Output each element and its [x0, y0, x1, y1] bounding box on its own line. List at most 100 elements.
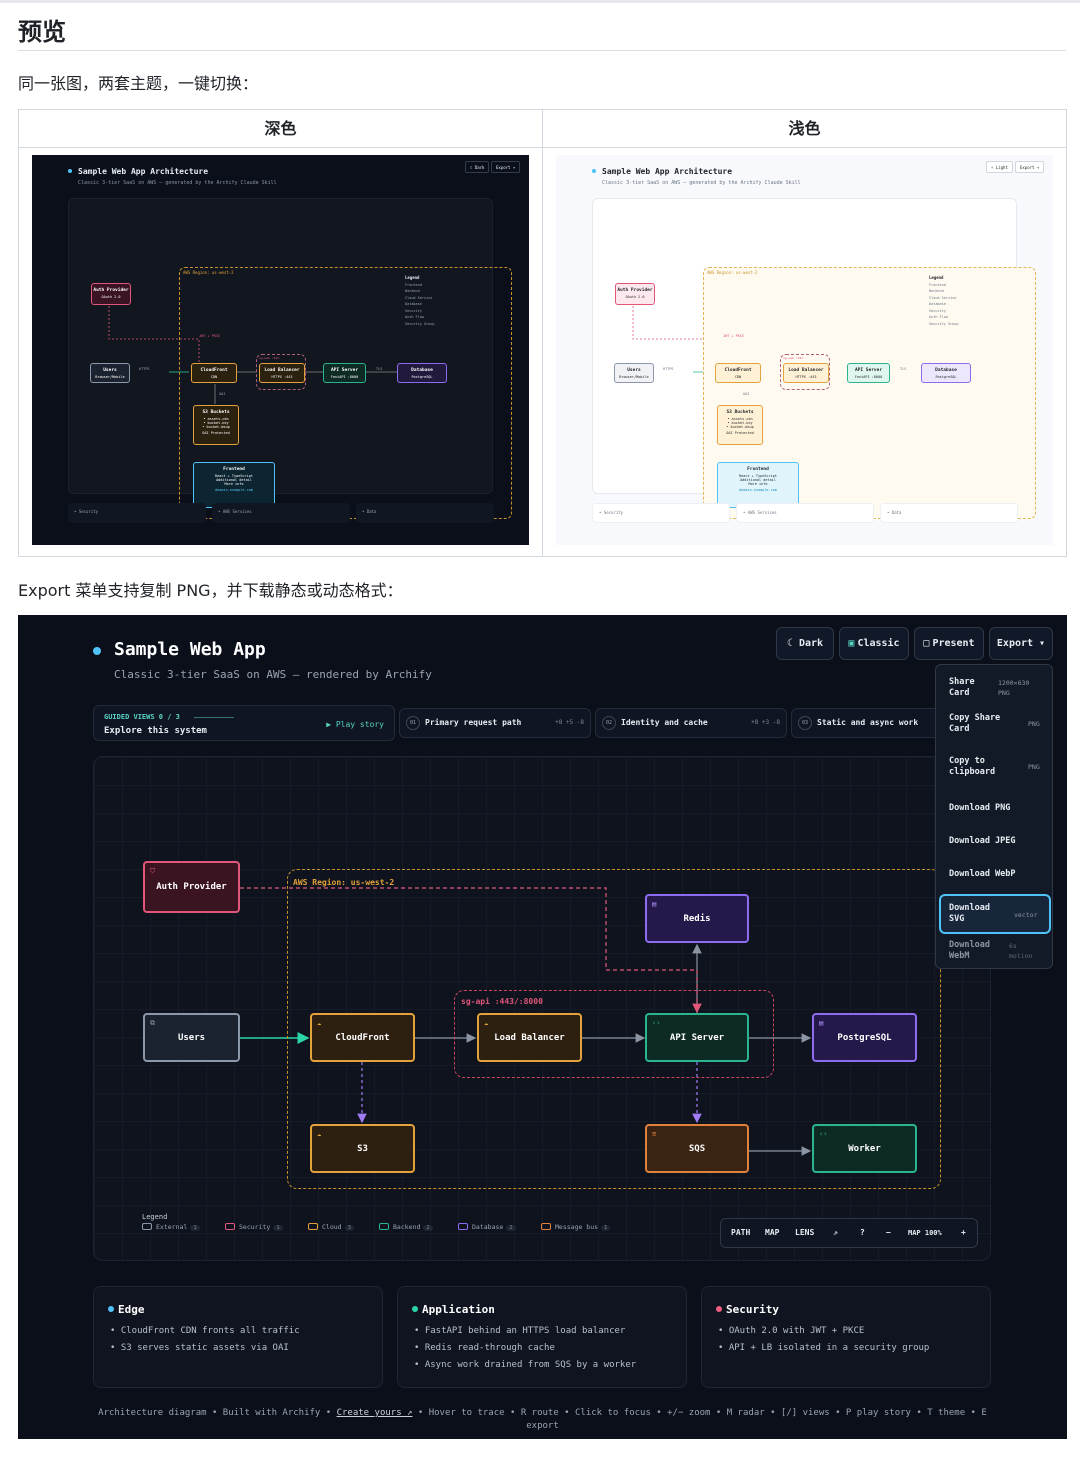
thumb-node-frontend: Frontend React + TypeScript Additional de…	[193, 462, 275, 508]
thumb-node-auth: Auth Provider OAuth 2.0	[91, 283, 131, 305]
thumb-edge-tls: TLS	[900, 367, 907, 371]
thumb-dark-button: ☾ Dark	[465, 161, 490, 173]
queue-icon: ≡	[652, 1130, 657, 1138]
legend-item-security[interactable]: Security 1	[225, 1223, 283, 1231]
menu-meta-download-svg: vector	[1014, 911, 1038, 919]
thumb-node-users: Users Browser/Mobile	[614, 363, 654, 383]
create-yours-link[interactable]: Create yours ↗	[337, 1408, 413, 1418]
thumb-edge-tls: TLS	[376, 367, 383, 371]
node-api-server[interactable]: ‹› API Server	[645, 1013, 749, 1062]
cloud-icon: ☁	[317, 1130, 322, 1138]
thumb-node-db: Database PostgreSQL	[921, 363, 971, 383]
zoom-in-button[interactable]: +	[961, 1228, 966, 1237]
shield-icon: ⛉	[150, 867, 156, 875]
node-cloudfront[interactable]: ☁ CloudFront	[310, 1013, 415, 1062]
thumb-node-api: API Server FastAPI :8000	[847, 363, 890, 383]
thumb-bottom-card-1: • Security	[68, 503, 206, 523]
menu-item-share-card[interactable]: Share Card	[949, 677, 975, 699]
node-load-balancer[interactable]: ☁ Load Balancer	[477, 1013, 582, 1062]
thumb-node-auth: Auth Provider OAuth 2.0	[615, 283, 655, 305]
zoom-out-button[interactable]: −	[886, 1228, 891, 1237]
menu-meta-download-webm: 6s motion	[1009, 942, 1033, 960]
thumb-title: Sample Web App Architecture	[78, 167, 209, 176]
path-toggle[interactable]: PATH	[731, 1228, 750, 1237]
export-menu-screenshot: Sample Web App Classic 3-tier SaaS on AW…	[18, 615, 1067, 1439]
legend-item-message-bus[interactable]: Message bus 1	[541, 1223, 611, 1231]
node-worker[interactable]: ‹› Worker	[812, 1124, 917, 1173]
legend-item-cloud[interactable]: Cloud 3	[308, 1223, 354, 1231]
lens-toggle[interactable]: LENS	[795, 1228, 814, 1237]
menu-item-copy-share-card[interactable]: Copy Share Card	[949, 713, 1000, 735]
thumb-bottom-card-2: • AWS Services	[212, 503, 350, 523]
thumb-edge-https: HTTPS	[139, 367, 150, 371]
thumb-edge-https: HTTPS	[663, 367, 674, 371]
database-icon: ▤	[652, 900, 657, 908]
external-icon: ⧉	[150, 1019, 155, 1027]
map-toggle[interactable]: MAP	[765, 1228, 779, 1237]
menu-meta-share-card: 1200×630 PNG	[998, 679, 1030, 697]
node-sqs[interactable]: ≡ SQS	[645, 1124, 749, 1173]
thumb-light-button: ☼ Light	[986, 161, 1013, 173]
export-menu: Share Card 1200×630 PNG Copy Share Card …	[935, 664, 1053, 969]
zoom-level: MAP 100%	[908, 1229, 942, 1237]
thumb-edge-oai: OAI	[219, 392, 226, 396]
menu-item-download-webm[interactable]: Download WebM	[949, 940, 990, 962]
thumb-bottom-card-3: • Data	[880, 503, 1018, 523]
thumb-node-cloudfront: CloudFront CDN	[715, 363, 761, 383]
thumb-subtitle: Classic 3-tier SaaS on AWS — generated b…	[78, 180, 277, 186]
thumb-region-label: AWS Region: us-west-2	[183, 270, 234, 275]
thumb-sg-label: sg-web :443	[783, 356, 803, 360]
node-auth-provider[interactable]: ⛉ Auth Provider	[143, 861, 240, 913]
thumb-node-db: Database PostgreSQL	[397, 363, 447, 383]
menu-meta-copy-clipboard: PNG	[1028, 763, 1040, 771]
thumb-canvas: AWS Region: us-west-2 JWT + PKCE sg-web …	[68, 198, 512, 519]
node-postgresql[interactable]: ▤ PostgreSQL	[812, 1013, 917, 1062]
heading-rule	[18, 50, 1066, 51]
info-card-security: Security • OAuth 2.0 with JWT + PKCE • A…	[701, 1286, 991, 1388]
node-redis[interactable]: ▤ Redis	[645, 894, 749, 943]
thumb-node-api: API Server FastAPI :8000	[323, 363, 366, 383]
legend-item-external[interactable]: External 1	[142, 1223, 200, 1231]
thumb-region-label: AWS Region: us-west-2	[707, 270, 758, 275]
thumb-node-lb: Load Balancer HTTPS :443	[783, 363, 829, 383]
aws-region-label: AWS Region: us-west-2	[293, 878, 395, 887]
cloud-icon: ☁	[484, 1019, 489, 1027]
menu-item-download-svg[interactable]: Download SVG	[949, 903, 990, 925]
menu-item-download-png[interactable]: Download PNG	[949, 803, 1010, 814]
menu-item-download-webp[interactable]: Download WebP	[949, 869, 1016, 880]
thumb-bottom-card-2: • AWS Services	[736, 503, 874, 523]
thumb-edge-jwt: JWT + PKCE	[723, 334, 745, 338]
legend-item-database[interactable]: Database 2	[458, 1223, 516, 1231]
database-icon: ▤	[819, 1019, 824, 1027]
thumb-sg-label: sg-web :443	[259, 356, 279, 360]
intro-text: 同一张图，两套主题，一键切换：	[18, 74, 259, 93]
canvas-controls: PATH MAP LENS ⇗ ? − MAP 100% +	[720, 1218, 978, 1248]
thumb-bottom-card-3: • Data	[356, 503, 494, 523]
cloud-icon: ☁	[317, 1019, 322, 1027]
security-group-label: sg-api :443/:8000	[461, 997, 543, 1006]
menu-item-download-jpeg[interactable]: Download JPEG	[949, 836, 1016, 847]
info-card-edge: Edge • CloudFront CDN fronts all traffic…	[93, 1286, 383, 1388]
thumb-node-frontend: Frontend React + TypeScript Additional de…	[717, 462, 799, 508]
pin-icon[interactable]: ⇗	[833, 1228, 838, 1237]
title-dot	[68, 169, 72, 173]
code-icon: ‹›	[652, 1019, 661, 1027]
legend-title: Legend	[142, 1213, 168, 1221]
top-divider	[0, 0, 1080, 3]
thumb-node-cloudfront: CloudFront CDN	[191, 363, 237, 383]
help-button[interactable]: ?	[860, 1228, 865, 1237]
thumb-legend: Legend Frontend Backend Cloud Service Datab…	[405, 275, 435, 326]
thumb-node-s3: S3 Buckets • assets-cdn • bucket-key • bu…	[193, 405, 239, 445]
thumb-node-users: Users Browser/Mobile	[90, 363, 130, 383]
title-dot	[592, 169, 596, 173]
thumb-node-s3: S3 Buckets • assets-cdn • bucket-key • bu…	[717, 405, 763, 445]
node-users[interactable]: ⧉ Users	[143, 1013, 240, 1062]
thumb-canvas: AWS Region: us-west-2 JWT + PKCE sg-web …	[592, 198, 1036, 519]
thumb-title: Sample Web App Architecture	[602, 167, 733, 176]
menu-item-copy-clipboard[interactable]: Copy to clipboard	[949, 756, 995, 778]
dark-theme-thumbnail: Sample Web App Architecture Classic 3-ti…	[32, 155, 529, 545]
thumb-export-button: Export ▾	[1015, 161, 1045, 173]
legend-item-backend[interactable]: Backend 2	[379, 1223, 433, 1231]
node-s3[interactable]: ☁ S3	[310, 1124, 415, 1173]
thumb-export-button: Export ▾	[491, 161, 521, 173]
